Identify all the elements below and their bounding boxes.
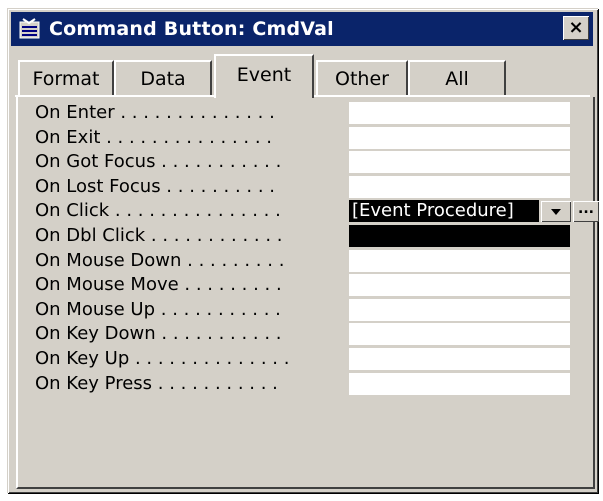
- property-row-on-key-press: On Key Press . . . . . . . . . . .: [21, 372, 581, 397]
- property-label: On Got Focus . . . . . . . . . . .: [35, 151, 282, 173]
- property-label: On Exit . . . . . . . . . . . . . . .: [35, 126, 273, 148]
- property-sheet-icon: [19, 18, 41, 40]
- property-row-on-enter: On Enter . . . . . . . . . . . . . .: [21, 101, 581, 126]
- property-row-on-key-up: On Key Up . . . . . . . . . . . . . .: [21, 347, 581, 372]
- on-dbl-click-field[interactable]: [349, 224, 570, 248]
- on-key-down-field[interactable]: [349, 323, 570, 347]
- property-row-on-mouse-move: On Mouse Move . . . . . . . . .: [21, 273, 581, 298]
- on-click-dropdown-button[interactable]: [541, 201, 571, 223]
- property-row-on-key-down: On Key Down . . . . . . . . . . .: [21, 322, 581, 347]
- property-label: On Mouse Move . . . . . . . . .: [35, 274, 282, 296]
- property-row-on-dbl-click: On Dbl Click . . . . . . . . . . . .: [21, 224, 581, 249]
- property-label: On Key Down . . . . . . . . . . .: [35, 323, 282, 345]
- close-button[interactable]: ×: [563, 16, 589, 40]
- on-key-up-field[interactable]: [349, 347, 570, 371]
- event-properties-panel: On Enter . . . . . . . . . . . . . . On …: [16, 97, 599, 489]
- property-row-on-click: On Click . . . . . . . . . . . . . . . […: [21, 199, 599, 224]
- on-click-field[interactable]: [Event Procedure]: [349, 200, 539, 224]
- tab-format[interactable]: Format: [18, 60, 114, 96]
- property-row-on-got-focus: On Got Focus . . . . . . . . . . .: [21, 150, 581, 175]
- ellipsis-icon: ...: [578, 201, 594, 218]
- tab-event[interactable]: Event: [214, 54, 314, 98]
- property-label: On Enter . . . . . . . . . . . . . .: [35, 102, 275, 123]
- on-key-press-field[interactable]: [349, 372, 570, 396]
- title-bar[interactable]: Command Button: CmdVal ×: [11, 12, 593, 46]
- tab-data[interactable]: Data: [114, 60, 212, 96]
- on-lost-focus-field[interactable]: [349, 175, 570, 199]
- property-label: On Mouse Up . . . . . . . . . . .: [35, 298, 281, 320]
- property-label: On Dbl Click . . . . . . . . . . . .: [35, 224, 283, 246]
- property-grid: On Enter . . . . . . . . . . . . . . On …: [21, 101, 599, 397]
- tab-strip: Format Data Event Other All: [18, 54, 588, 98]
- close-icon: ×: [568, 17, 584, 38]
- on-got-focus-field[interactable]: [349, 151, 570, 175]
- on-enter-field[interactable]: [349, 102, 570, 125]
- on-click-build-button[interactable]: ...: [573, 201, 599, 223]
- tab-other[interactable]: Other: [316, 60, 408, 96]
- property-label: On Mouse Down . . . . . . . . .: [35, 249, 285, 271]
- on-mouse-move-field[interactable]: [349, 274, 570, 298]
- property-row-on-mouse-down: On Mouse Down . . . . . . . . .: [21, 249, 581, 274]
- property-label: On Key Up . . . . . . . . . . . . . .: [35, 347, 290, 369]
- property-row-on-lost-focus: On Lost Focus . . . . . . . . . .: [21, 175, 581, 200]
- property-label: On Click . . . . . . . . . . . . . . .: [35, 200, 281, 222]
- property-sheet-window: Command Button: CmdVal × Format Data Eve…: [7, 8, 599, 493]
- on-exit-field[interactable]: [349, 126, 570, 150]
- property-label: On Key Press . . . . . . . . . . .: [35, 372, 278, 394]
- on-mouse-up-field[interactable]: [349, 298, 570, 322]
- property-label: On Lost Focus . . . . . . . . . .: [35, 175, 276, 197]
- tab-all[interactable]: All: [408, 60, 506, 96]
- window-title: Command Button: CmdVal: [49, 18, 334, 40]
- property-row-on-mouse-up: On Mouse Up . . . . . . . . . . .: [21, 298, 581, 323]
- property-row-on-exit: On Exit . . . . . . . . . . . . . . .: [21, 126, 581, 151]
- on-mouse-down-field[interactable]: [349, 249, 570, 273]
